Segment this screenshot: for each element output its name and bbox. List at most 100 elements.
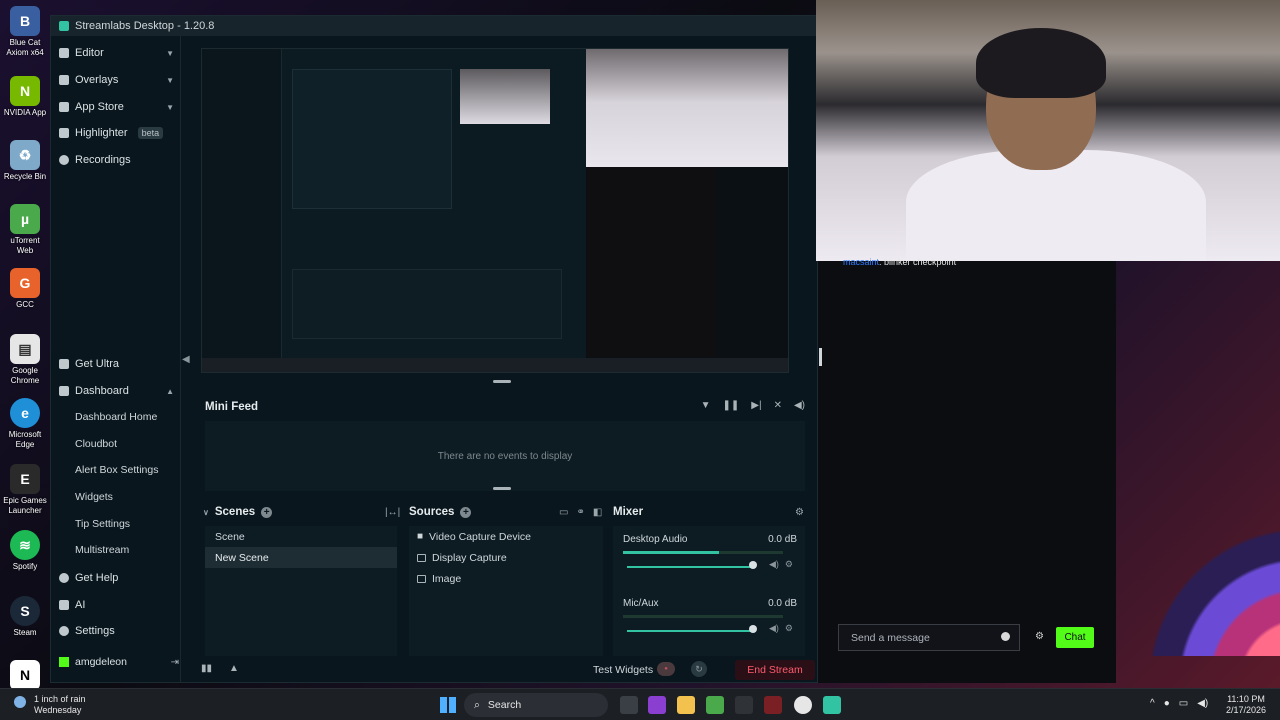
clock-date: 2/17/2026 xyxy=(1226,705,1267,715)
gear-icon[interactable]: ⚙ xyxy=(785,559,793,570)
file-explorer-icon[interactable] xyxy=(677,696,695,714)
sidebar-item-label: App Store xyxy=(75,101,124,113)
pause-icon[interactable]: ❚❚ xyxy=(723,400,740,411)
source-folder-icon[interactable]: ▭ xyxy=(559,507,568,518)
mixer-panel: Desktop Audio 0.0 dB ◀) ⚙ Mic/Aux 0.0 dB… xyxy=(613,526,805,656)
steam-icon: S xyxy=(10,596,40,626)
volume-slider[interactable] xyxy=(627,630,753,632)
editor-main: Mini Feed ▼ ❚❚ ▶| ✕ ◀) There are no even… xyxy=(197,36,817,682)
pane-resize-handle[interactable] xyxy=(819,348,822,366)
source-item[interactable]: Image xyxy=(409,568,603,589)
speaker-icon[interactable]: ◀) xyxy=(769,623,779,634)
user-account[interactable]: amgdeleon ⇥ xyxy=(59,652,179,672)
sidebar-subitem-alert-box-settings[interactable]: Alert Box Settings xyxy=(75,460,158,480)
preview-camera xyxy=(586,49,788,167)
mute-alerts-icon[interactable]: ✕ xyxy=(774,400,782,411)
end-stream-button[interactable]: End Stream xyxy=(735,660,815,680)
sidebar-item-ai[interactable]: AI xyxy=(59,594,174,616)
source-item[interactable]: Display Capture xyxy=(409,547,603,568)
sidebar-subitem-multistream[interactable]: Multistream xyxy=(75,540,129,560)
weather-widget[interactable]: 1 inch of rain Wednesday xyxy=(14,694,86,716)
sidebar-item-highlighter[interactable]: Highlighter beta xyxy=(59,122,174,144)
collapse-sidebar-icon[interactable]: ◀ xyxy=(182,354,190,365)
sidebar-item-app-store[interactable]: App Store ▼ xyxy=(59,96,174,118)
volume-slider-knob[interactable] xyxy=(749,625,757,633)
volume-slider-knob[interactable] xyxy=(749,561,757,569)
desktop-icon-epic[interactable]: E Epic Games Launcher xyxy=(2,464,48,516)
add-source-icon[interactable]: + xyxy=(460,506,472,518)
sidebar-item-get-ultra[interactable]: Get Ultra xyxy=(59,353,174,375)
filter-icon[interactable]: ▼ xyxy=(701,400,711,411)
scene-transitions-icon[interactable]: |↔| xyxy=(385,507,400,518)
desktop-icon-utorrent[interactable]: µ uTorrent Web xyxy=(2,204,48,256)
chevron-up-icon[interactable]: ^ xyxy=(1150,698,1155,709)
test-widgets-toggle[interactable]: ● xyxy=(657,662,675,676)
reset-icon[interactable]: ↻ xyxy=(691,661,707,677)
sidebar-subitem-dashboard-home[interactable]: Dashboard Home xyxy=(75,407,157,427)
desktop-icon-blue-cat[interactable]: B Blue Cat Axiom x64 xyxy=(2,6,48,58)
desktop-icon-label: GCC xyxy=(16,300,34,309)
emoji-icon[interactable] xyxy=(1001,632,1010,641)
scene-item[interactable]: Scene xyxy=(205,526,397,547)
sidebar-item-recordings[interactable]: Recordings xyxy=(59,149,174,171)
gear-icon[interactable]: ⚙ xyxy=(1035,631,1044,642)
chat-input[interactable]: Send a message xyxy=(838,624,1020,651)
app-icon[interactable] xyxy=(764,696,782,714)
preview-resize-handle[interactable] xyxy=(493,380,511,383)
speaker-icon[interactable]: ◀) xyxy=(769,559,779,570)
desktop-icon-chrome[interactable]: ▤ Google Chrome xyxy=(2,334,48,386)
network-icon[interactable]: ▭ xyxy=(1179,698,1188,709)
app-icon[interactable] xyxy=(735,696,753,714)
gear-icon[interactable]: ⚙ xyxy=(795,507,804,518)
streamlabs-icon[interactable] xyxy=(823,696,841,714)
task-view-icon[interactable] xyxy=(620,696,638,714)
desktop-icon-edge[interactable]: e Microsoft Edge xyxy=(2,398,48,450)
stats-icon[interactable]: ▮▮ xyxy=(201,663,212,674)
notifications-icon[interactable]: ▲ xyxy=(229,663,239,674)
sidebar-subitem-widgets[interactable]: Widgets xyxy=(75,487,113,507)
speaker-icon[interactable]: ◀) xyxy=(1197,698,1208,709)
windows-start-icon[interactable] xyxy=(440,697,456,713)
window-title: Streamlabs Desktop - 1.20.8 xyxy=(75,20,215,32)
mixer-channel-mic-aux: Mic/Aux 0.0 dB ◀) ⚙ xyxy=(623,598,797,633)
app-icon[interactable] xyxy=(648,696,666,714)
desktop-icon-recycle-bin[interactable]: ♻ Recycle Bin xyxy=(2,140,48,182)
desktop-icon-nvidia[interactable]: N NVIDIA App xyxy=(2,76,48,118)
sidebar-subitem-cloudbot[interactable]: Cloudbot xyxy=(75,434,117,454)
volume-slider[interactable] xyxy=(627,566,753,568)
desktop-icon-spotify[interactable]: ≋ Spotify xyxy=(2,530,48,572)
source-properties-icon[interactable]: ◧ xyxy=(593,507,602,518)
chrome-icon[interactable] xyxy=(794,696,812,714)
stream-preview[interactable] xyxy=(201,48,789,373)
volume-icon[interactable]: ◀) xyxy=(794,400,805,411)
source-item[interactable]: ■ Video Capture Device xyxy=(409,526,603,547)
chat-username[interactable]: macsaint xyxy=(843,257,879,267)
sidebar-item-settings[interactable]: Settings xyxy=(59,620,174,642)
skip-icon[interactable]: ▶| xyxy=(751,400,761,411)
sidebar-item-dashboard[interactable]: Dashboard ▲ xyxy=(59,380,174,402)
desktop-icon-gcc[interactable]: G GCC xyxy=(2,268,48,310)
app-icon[interactable] xyxy=(706,696,724,714)
panel-resize-handle[interactable] xyxy=(493,487,511,490)
taskbar-search[interactable]: ⌕ Search xyxy=(464,693,608,717)
title-bar[interactable]: Streamlabs Desktop - 1.20.8 xyxy=(51,16,817,36)
sidebar-item-editor[interactable]: Editor ▼ xyxy=(59,42,174,64)
gear-icon[interactable]: ⚙ xyxy=(785,623,793,634)
webcam-person-hair xyxy=(976,28,1106,98)
chat-send-button[interactable]: Chat xyxy=(1056,627,1094,648)
microphone-icon[interactable]: ● xyxy=(1164,698,1170,709)
chevron-down-icon[interactable]: ∨ xyxy=(203,508,209,517)
logout-icon[interactable]: ⇥ xyxy=(171,657,179,668)
desktop-icon-label: Spotify xyxy=(12,562,38,571)
sources-title: Sources xyxy=(409,506,455,518)
sidebar-subitem-tip-settings[interactable]: Tip Settings xyxy=(75,514,130,534)
scene-item-selected[interactable]: New Scene xyxy=(205,547,397,568)
add-scene-icon[interactable]: + xyxy=(261,506,273,518)
sidebar-item-get-help[interactable]: Get Help xyxy=(59,567,174,589)
mixer-title: Mixer xyxy=(613,506,644,518)
desktop-icon-steam[interactable]: S Steam xyxy=(2,596,48,638)
sidebar-item-overlays[interactable]: Overlays ▼ xyxy=(59,69,174,91)
desktop-icon-label: Recycle Bin xyxy=(3,172,47,181)
source-group-icon[interactable]: ⚭ xyxy=(576,507,584,518)
clock[interactable]: 11:10 PM 2/17/2026 xyxy=(1226,694,1266,716)
